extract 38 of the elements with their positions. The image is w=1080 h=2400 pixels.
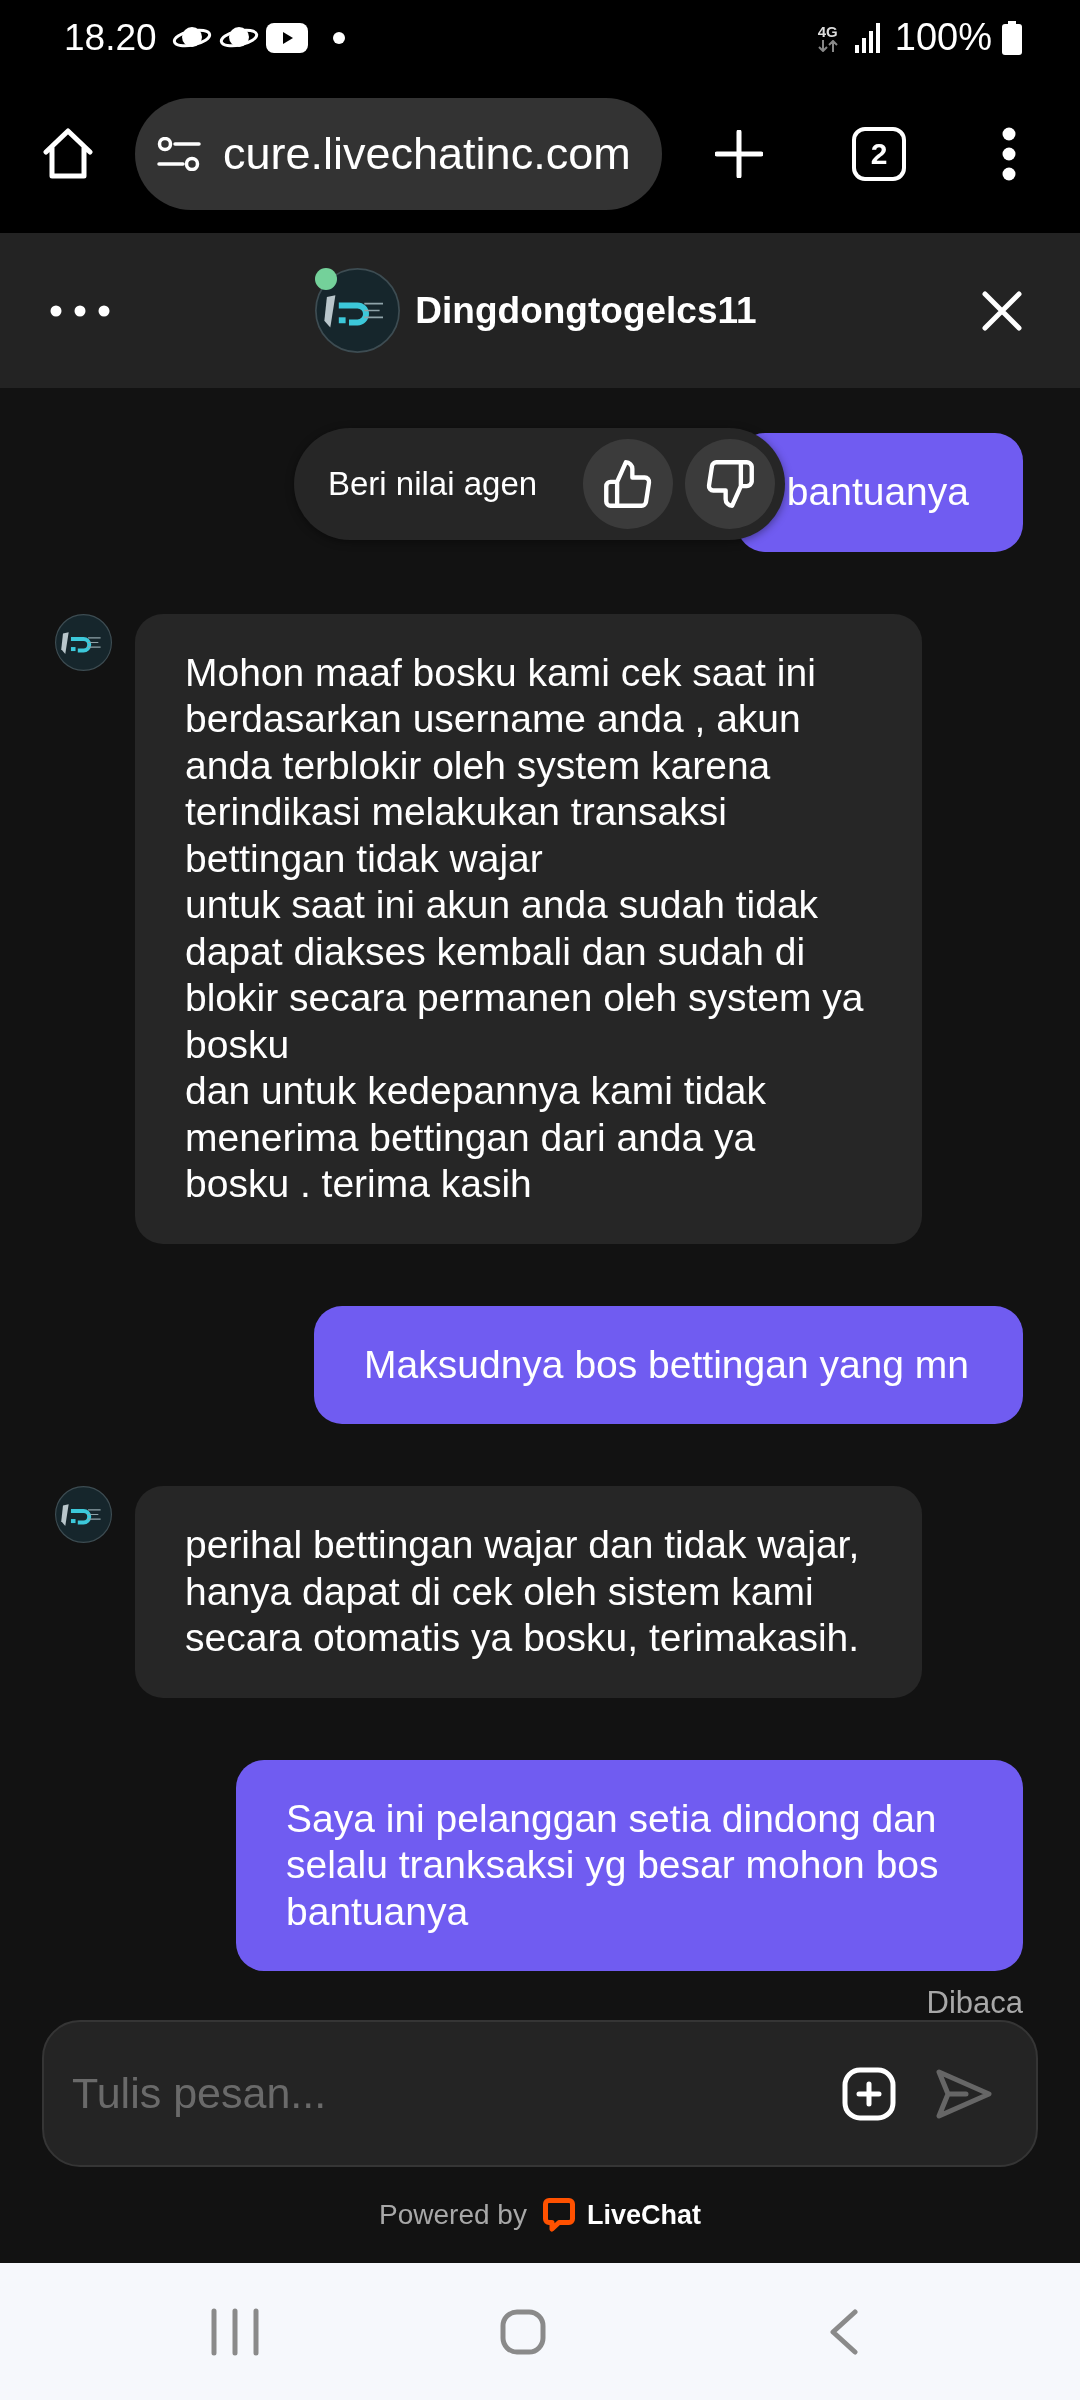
message-composer[interactable]: Tulis pesan... <box>42 2020 1038 2167</box>
battery-percentage: 100% <box>894 16 992 59</box>
brand-name: LiveChat <box>586 2199 701 2231</box>
rating-prompt: Beri nilai agen <box>328 465 538 503</box>
address-bar[interactable]: cure.livechatinc.com <box>135 98 662 210</box>
clock-time: 18.20 <box>64 16 157 59</box>
read-receipt: Dibaca <box>926 1986 1023 2020</box>
recent-apps-icon[interactable] <box>210 2307 260 2356</box>
tab-count-button[interactable]: 2 <box>852 127 906 181</box>
data-arrows-icon <box>816 39 839 52</box>
thumbs-down-icon <box>705 459 755 509</box>
thumbs-down-button[interactable] <box>685 439 775 529</box>
logo-avatar-icon <box>55 613 112 671</box>
agent-name: Dingdongtogelcs11 <box>415 289 757 332</box>
plus-square-icon[interactable] <box>842 2066 896 2121</box>
plus-icon[interactable] <box>715 130 763 178</box>
agent-message: perihal bettingan wajar dan tidak wajar, hanya dapat di cek oleh sistem kami secara otomatis ya bosku, terimakasih. <box>135 1486 922 1698</box>
dot-icon <box>332 31 345 44</box>
message-input[interactable]: Tulis pesan... <box>72 2069 826 2118</box>
speech-bubble-icon <box>542 2198 575 2232</box>
logo-avatar-icon <box>55 1486 112 1543</box>
close-icon[interactable] <box>982 290 1022 331</box>
logo-avatar-icon <box>315 268 401 353</box>
visitor-message: Maksudnya bos bettingan yang mn <box>314 1305 1023 1424</box>
agent-message: Mohon maaf bosku kami cek saat ini berdasarkan username anda , akun anda terblokir oleh system karena terindikasi melakukan transaksi bettingan tidak wajar untuk saat ini akun anda sudah tidak dapat diakses kembali dan sudah di blokir secara permanen oleh system ya bosku dan untuk kedepannya kami tidak menerima bettingan dari anda ya bosku . terima kasih <box>135 613 922 1244</box>
more-vertical-icon[interactable] <box>1002 127 1016 181</box>
tune-icon[interactable] <box>157 137 201 171</box>
network-type: 4G <box>817 23 838 40</box>
powered-by-text: Powered by <box>379 2199 527 2231</box>
back-icon[interactable] <box>830 2308 858 2355</box>
signal-icon <box>854 22 881 53</box>
thumbs-up-icon <box>603 459 653 509</box>
more-horizontal-icon[interactable] <box>50 304 110 317</box>
send-icon[interactable] <box>936 2068 992 2119</box>
battery-icon <box>1002 20 1022 55</box>
play-button-icon <box>265 22 308 53</box>
url-text[interactable]: cure.livechatinc.com <box>223 128 631 180</box>
visitor-message: Saya ini pelanggan setia dindong dan selalu tranksaksi yg besar mohon bos bantuanya <box>236 1759 1023 1971</box>
